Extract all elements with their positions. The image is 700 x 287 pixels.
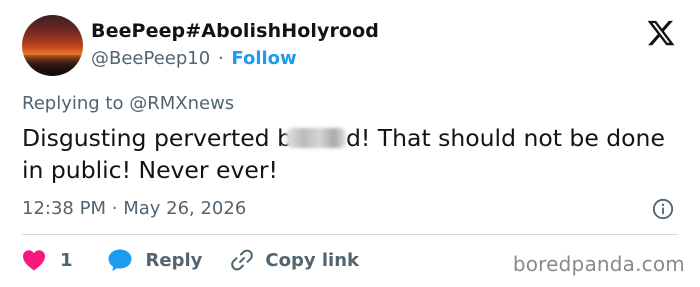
heart-icon [23,250,45,271]
tweet-timestamp[interactable]: 12:38 PM · May 26, 2026 [22,198,246,219]
info-icon[interactable] [652,198,674,220]
action-bar: 1 Reply Copy link [22,246,359,274]
like-button[interactable]: 1 [22,249,73,271]
copy-link-label: Copy link [265,249,359,271]
replying-prefix: Replying to [22,93,124,114]
divider [22,234,678,235]
author-handle-row: @BeePeep10 · Follow [91,48,297,69]
censored-blur [286,128,346,148]
like-count: 1 [60,249,73,271]
follow-button[interactable]: Follow [231,48,296,69]
timestamp-time: 12:38 PM [22,198,106,219]
x-logo-icon[interactable] [646,18,676,48]
author-handle[interactable]: @BeePeep10 [91,48,210,69]
avatar[interactable] [22,15,83,76]
tweet-text: Disgusting perverted b d! That should not… [22,122,682,186]
link-icon [231,249,254,271]
chat-bubble-icon [108,249,132,271]
copy-link-button[interactable]: Copy link [230,248,359,272]
handle-separator: · [217,48,224,69]
reply-mention-link[interactable]: @RMXnews [129,93,234,114]
author-display-name[interactable]: BeePeep#AbolishHolyrood [91,20,379,42]
timestamp-date: May 26, 2026 [123,198,247,219]
watermark: boredpanda.com [512,252,685,276]
timestamp-separator: · [111,198,118,219]
reply-label: Reply [145,249,203,271]
tweet-text-before-blur: Disgusting perverted b [22,124,292,152]
reply-button[interactable]: Reply [107,248,203,272]
replying-to: Replying to @RMXnews [22,93,234,114]
